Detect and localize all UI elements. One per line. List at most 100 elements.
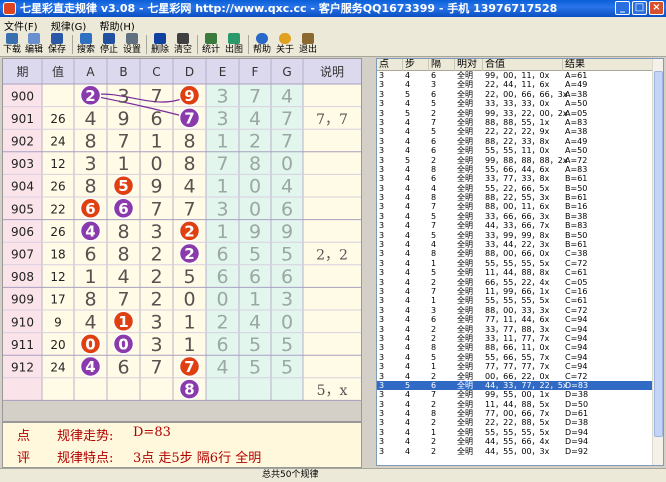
rule-row[interactable]: 3 4 8 全明 88，66，11，0x C=94 [377, 343, 653, 352]
rule-row[interactable]: 3 4 5 全明 33，66，66，3x B=38 [377, 212, 653, 221]
rule-list[interactable]: 点 步 隔 明对 合值 结果 3 4 6 全明 99，00，11，0x A=61 3 4 3 全明… [376, 58, 664, 466]
exit-button[interactable]: 退出 [297, 33, 319, 56]
rule-row[interactable]: 3 4 6 全明 33，77，33，8x B=61 [377, 174, 653, 183]
rule-cell: 3 [379, 146, 385, 156]
col-result[interactable]: 结果 [563, 59, 653, 71]
maximize-button[interactable]: □ [632, 1, 647, 15]
about-button[interactable]: 关于 [274, 33, 296, 56]
rule-row[interactable]: 3 4 2 全明 44，55，00，3x D=92 [377, 447, 653, 456]
rule-cell: 55，66，44，6x [485, 164, 550, 174]
rule-row[interactable]: 3 5 2 全明 99，33，22，00，2x A=05 [377, 109, 653, 118]
circled-digit-label: 0 [118, 335, 128, 353]
rule-cell: 2 [431, 371, 437, 381]
menu-file[interactable]: 文件(F) [0, 17, 44, 33]
col-hezhi[interactable]: 合值 [483, 59, 563, 71]
rule-cell: D=38 [565, 418, 589, 428]
rule-row[interactable]: 3 4 1 全明 55，55，55，5x C=72 [377, 259, 653, 268]
digit-cell: 9 [150, 176, 162, 198]
menu-rules[interactable]: 规律(G) [47, 17, 93, 33]
rule-cell: 22，22，88，5x [485, 418, 550, 428]
rule-cell: 2 [431, 324, 437, 334]
rule-row[interactable]: 3 4 7 全明 99，55，00，1x D=38 [377, 390, 653, 399]
rule-row[interactable]: 3 4 1 全明 77，77，77，7x C=94 [377, 362, 653, 371]
rule-row[interactable]: 3 4 4 全明 55，22，66，5x B=50 [377, 184, 653, 193]
rule-cell: C=16 [565, 286, 588, 296]
rule-row[interactable]: 3 4 6 全明 88，22，33，8x A=49 [377, 137, 653, 146]
vertical-scrollbar[interactable] [652, 59, 663, 465]
rule-row[interactable]: 3 4 7 全明 88，88，55，1x A=83 [377, 118, 653, 127]
rule-row[interactable]: 3 4 5 全明 33，33，33，0x A=50 [377, 99, 653, 108]
circled-digit-label: 7 [184, 358, 194, 376]
col-bu[interactable]: 步 [403, 59, 429, 71]
rule-row[interactable]: 3 4 1 全明 55，55，55，5x D=94 [377, 428, 653, 437]
rule-cell: 2 [431, 333, 437, 343]
rule-row[interactable]: 3 4 8 全明 88，22，55，3x B=61 [377, 193, 653, 202]
search-button[interactable]: 搜索 [75, 33, 97, 56]
rule-cell: C=61 [565, 268, 588, 278]
digit-cell: 4 [117, 266, 129, 288]
digit-cell: 4 [183, 176, 195, 198]
rule-cell: B=50 [565, 183, 588, 193]
rule-row[interactable]: 3 4 5 全明 55，66，55，7x C=94 [377, 353, 653, 362]
scroll-thumb[interactable] [654, 71, 663, 437]
rule-cell: 33，77，88，3x [485, 324, 550, 334]
rule-cell: 3 [379, 136, 385, 146]
circled-digit-label: 2 [184, 222, 194, 240]
rule-row[interactable]: 3 4 6 全明 77，11，44，6x C=94 [377, 315, 653, 324]
toolbar: 下载 编辑 保存 搜索 停止 设置 删除 清空 统计 出图 帮助 关于 退出 [0, 32, 666, 57]
rule-cell: B=38 [565, 211, 588, 221]
rule-row[interactable]: 3 5 6 全明 44，33，77，22，5x D=83 [377, 380, 653, 391]
col-mingdui[interactable]: 明对 [455, 59, 483, 71]
digit-cell: 1 [249, 289, 261, 311]
rule-row[interactable]: 3 4 6 全明 55，55，11，0x A=50 [377, 146, 653, 155]
delete-button[interactable]: 删除 [149, 33, 171, 56]
help-button[interactable]: 帮助 [251, 33, 273, 56]
rule-row[interactable]: 3 4 4 全明 33，44，22，3x B=61 [377, 240, 653, 249]
exit-icon [302, 33, 314, 44]
save-button[interactable]: 保存 [46, 33, 68, 56]
rule-row[interactable]: 3 4 5 全明 33，99，99，8x B=50 [377, 231, 653, 240]
rule-row[interactable]: 3 4 2 全明 66，55，22，4x C=05 [377, 278, 653, 287]
close-button[interactable]: × [649, 1, 664, 15]
digit-cell: 0 [281, 153, 293, 175]
rule-cell: 5 [405, 108, 411, 118]
rule-row[interactable]: 3 4 2 全明 22，22，88，5x D=38 [377, 418, 653, 427]
rule-row[interactable]: 3 4 2 全明 44，55，66，4x D=94 [377, 437, 653, 446]
digit-cell: 8 [183, 153, 195, 175]
rule-cell: 全明 [457, 352, 473, 362]
stats-button[interactable]: 统计 [200, 33, 222, 56]
stop-button[interactable]: 停止 [98, 33, 120, 56]
clear-button[interactable]: 清空 [172, 33, 194, 56]
download-button[interactable]: 下载 [2, 33, 22, 56]
rule-row[interactable]: 3 4 2 全明 33，77，88，3x C=94 [377, 325, 653, 334]
rule-row[interactable]: 3 4 3 全明 88，00，33，3x C=72 [377, 306, 653, 315]
rule-row[interactable]: 3 4 8 全明 77，00，66，7x D=61 [377, 409, 653, 418]
col-ge[interactable]: 隔 [429, 59, 455, 71]
rule-row[interactable]: 3 4 8 全明 55，66，44，6x A=83 [377, 165, 653, 174]
rule-row[interactable]: 3 4 5 全明 11，44，88，8x C=61 [377, 268, 653, 277]
edit-button[interactable]: 编辑 [24, 33, 44, 56]
rule-row[interactable]: 3 4 2 全明 11，44，88，5x D=50 [377, 400, 653, 409]
rule-row[interactable]: 3 4 7 全明 88，00，11，6x B=16 [377, 202, 653, 211]
rule-row[interactable]: 3 4 8 全明 88，00，66，0x C=38 [377, 249, 653, 258]
rule-cell: 33，66，66，3x [485, 211, 550, 221]
settings-button[interactable]: 设置 [121, 33, 143, 56]
chart-button[interactable]: 出图 [223, 33, 245, 56]
rule-row[interactable]: 3 4 6 全明 99，00，11，0x A=61 [377, 71, 653, 80]
rule-row[interactable]: 3 4 7 全明 44，33，66，7x B=83 [377, 221, 653, 230]
rule-row[interactable]: 3 4 2 全明 33，11，77，7x C=94 [377, 334, 653, 343]
rule-row[interactable]: 3 4 7 全明 11，99，66，1x C=16 [377, 287, 653, 296]
minimize-button[interactable]: _ [615, 1, 630, 15]
rule-row[interactable]: 3 4 5 全明 22，22，22，9x A=38 [377, 127, 653, 136]
rule-cell: 22，22，22，9x [485, 127, 550, 137]
menu-help[interactable]: 帮助(H) [96, 17, 141, 33]
col-dian[interactable]: 点 [377, 59, 403, 71]
rule-row[interactable]: 3 4 2 全明 00，66，22，0x C=72 [377, 372, 653, 381]
splitter[interactable] [363, 58, 375, 468]
rule-row[interactable]: 3 5 2 全明 99，88，88，88，2x A=72 [377, 156, 653, 165]
window-title: 七星彩直走规律 v3.08 - 七星彩网 http://www.qxc.cc -… [20, 2, 558, 15]
rule-row[interactable]: 3 4 1 全明 55，55，55，5x C=61 [377, 296, 653, 305]
rule-row[interactable]: 3 4 3 全明 22，44，11，6x A=49 [377, 80, 653, 89]
digit-cell: 9 [117, 108, 129, 130]
rule-row[interactable]: 3 5 6 全明 22，00，66，66，3x A=38 [377, 90, 653, 99]
